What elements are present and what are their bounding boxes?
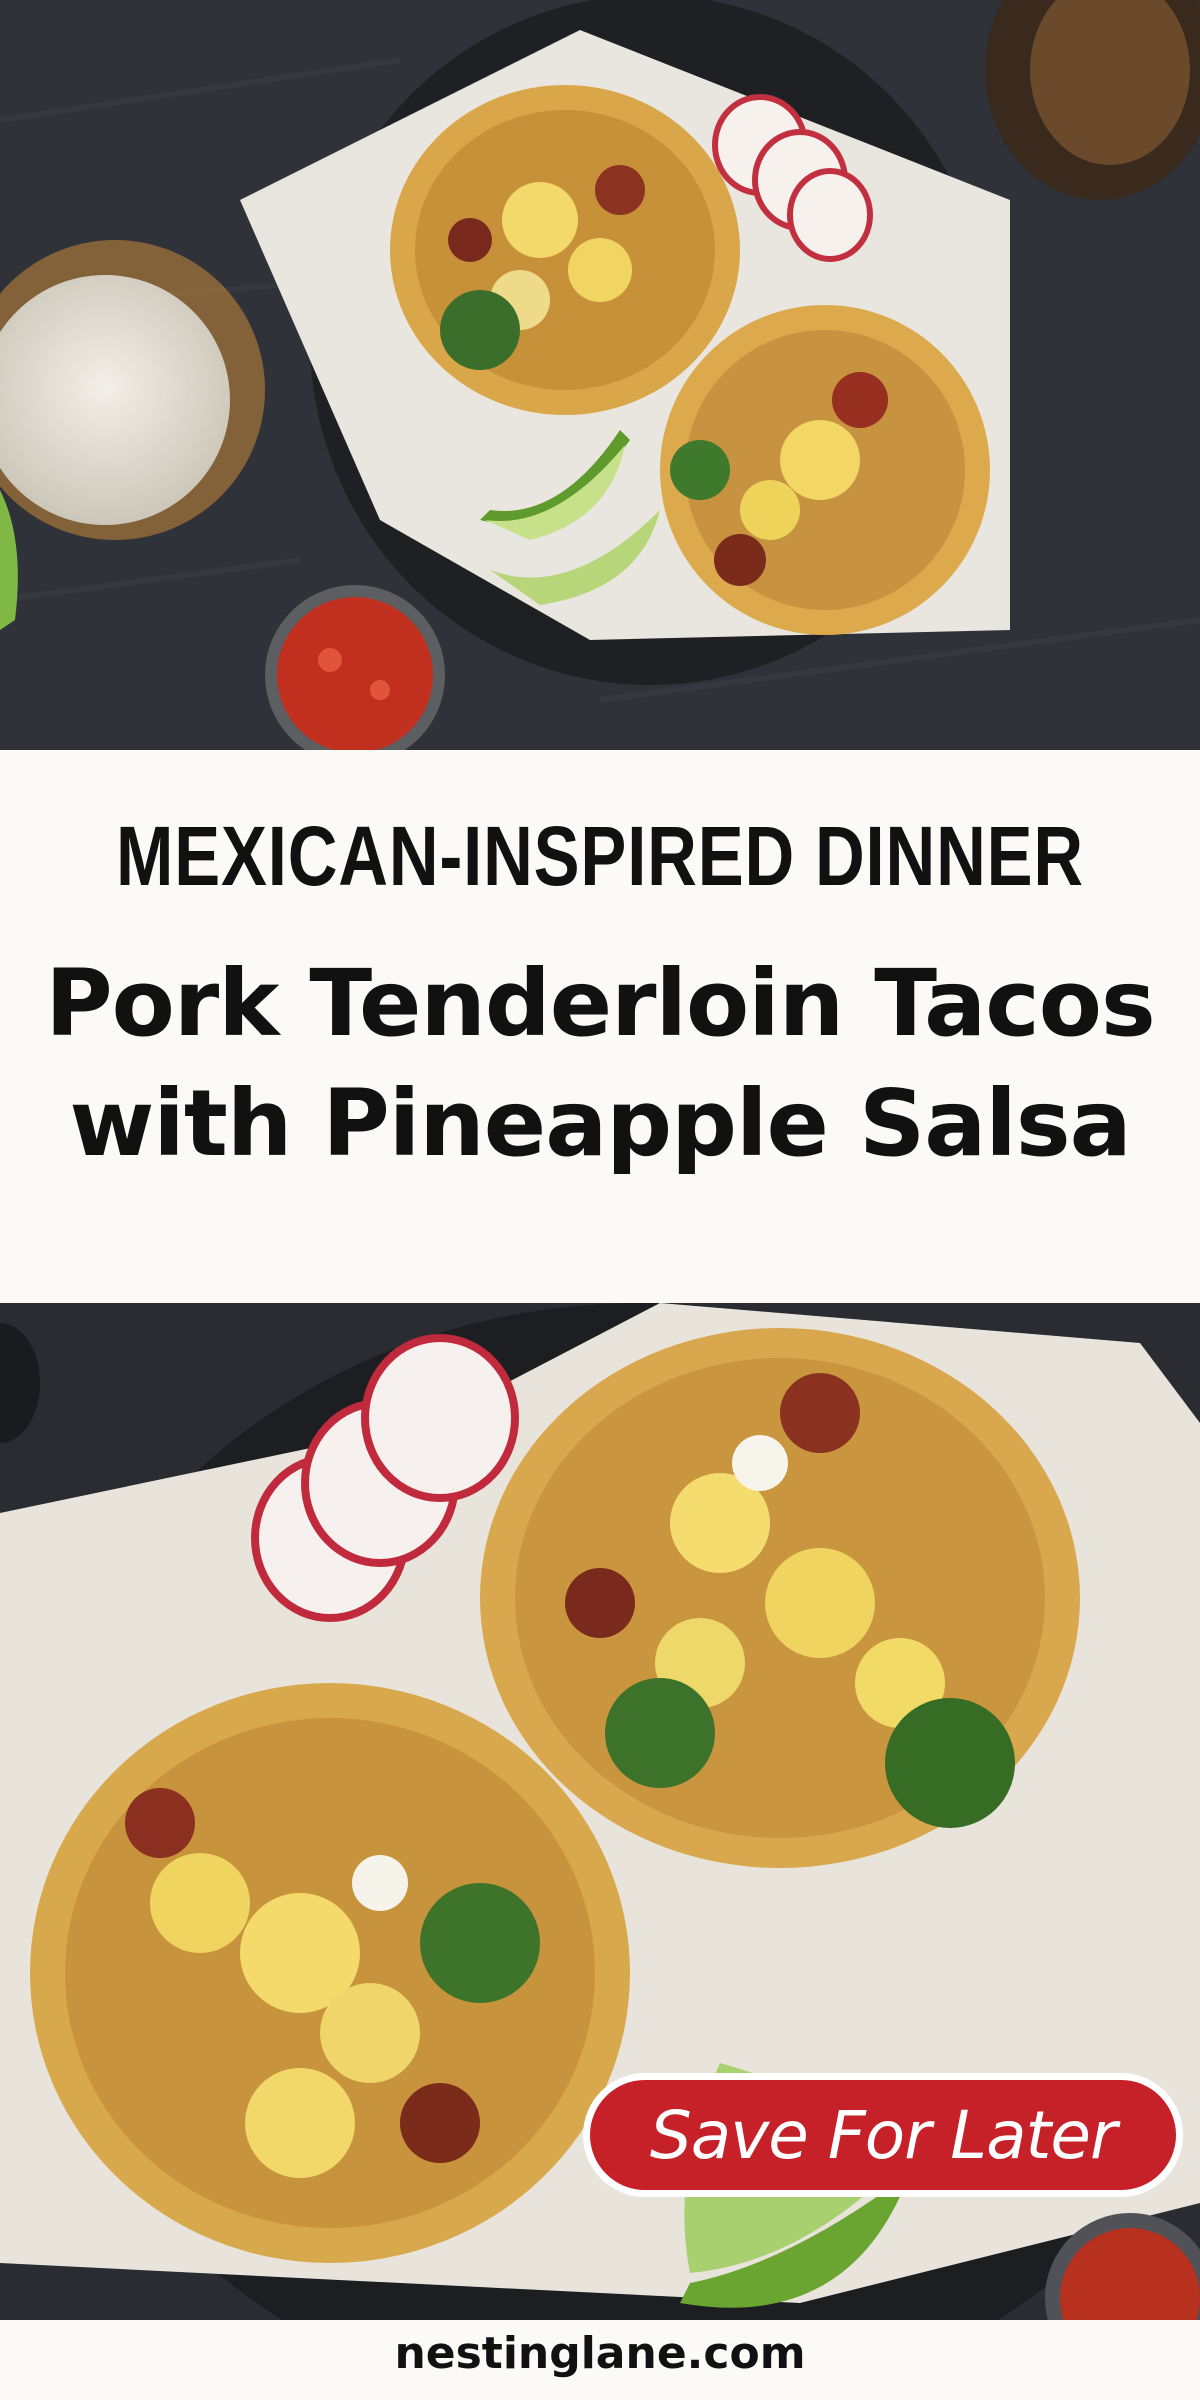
website-link[interactable]: nestinglane.com xyxy=(0,2328,1200,2379)
save-for-later-button[interactable]: Save For Later xyxy=(583,2073,1183,2197)
save-button-face: Save For Later xyxy=(590,2080,1176,2190)
save-button-label: Save For Later xyxy=(649,2096,1117,2174)
footer: nestinglane.com xyxy=(0,2320,1200,2400)
recipe-title-line-2: with Pineapple Salsa xyxy=(69,1070,1131,1177)
recipe-title-line-1: Pork Tenderloin Tacos xyxy=(45,950,1156,1057)
pin-page: MEXICAN-INSPIRED DINNER Pork Tenderloin … xyxy=(0,0,1200,2400)
top-food-photo xyxy=(0,0,1200,750)
title-band: MEXICAN-INSPIRED DINNER Pork Tenderloin … xyxy=(0,750,1200,1303)
kicker-text: MEXICAN-INSPIRED DINNER xyxy=(116,809,1084,903)
